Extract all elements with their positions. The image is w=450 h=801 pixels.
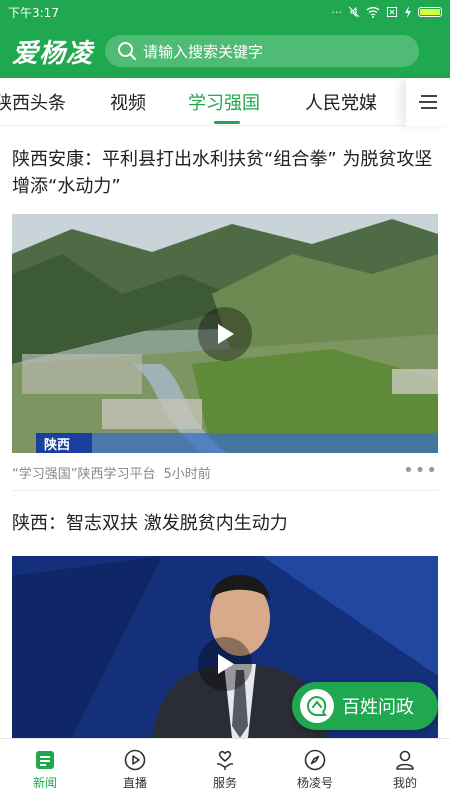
- nav-label: 我的: [392, 776, 417, 790]
- article-source: “学习强国”陕西学习平台: [12, 466, 156, 482]
- article-time: 5小时前: [163, 466, 211, 482]
- video-thumbnail[interactable]: 陕西: [12, 214, 438, 453]
- video-caption: 陕西: [44, 438, 71, 453]
- battery-icon: [418, 7, 442, 17]
- more-options-icon[interactable]: •••: [403, 460, 438, 481]
- live-play-icon: [124, 749, 146, 771]
- play-button[interactable]: [198, 306, 252, 361]
- nav-profile[interactable]: 我的: [360, 739, 450, 801]
- status-icons: ···: [331, 5, 442, 19]
- search-input[interactable]: 请输入搜索关键字: [105, 35, 420, 67]
- play-button[interactable]: [198, 637, 252, 691]
- article-meta: “学习强国”陕西学习平台 5小时前 •••: [12, 460, 438, 482]
- category-tabs: 陕西头条 视频 学习强国 人民党媒: [0, 78, 450, 126]
- nav-news[interactable]: 新闻: [0, 739, 90, 801]
- bottom-nav: 新闻 直播 服务 杨凌号 我的: [0, 738, 450, 801]
- sim-off-icon: [387, 7, 397, 17]
- article-title[interactable]: 陕西：智志双扶 激发脱贫内生动力: [12, 510, 438, 537]
- tab-shaanxi-headlines[interactable]: 陕西头条: [0, 78, 66, 126]
- service-heart-icon: [216, 750, 234, 770]
- nav-label: 杨凌号: [296, 776, 333, 790]
- chat-bubble-icon: [300, 689, 334, 723]
- nav-label: 服务: [212, 776, 237, 790]
- app-header: 爱杨凌 请输入搜索关键字: [0, 24, 450, 78]
- search-placeholder: 请输入搜索关键字: [143, 42, 264, 61]
- tab-xuexi-qiangguo[interactable]: 学习强国: [188, 78, 260, 126]
- play-icon: [218, 654, 234, 674]
- article-card[interactable]: 陕西：智志双扶 激发脱贫内生动力: [12, 510, 438, 537]
- news-feed: 陕西安康：平利县打出水利扶贫“组合拳” 为脱贫攻坚增添“水动力” 陕西 “学习强…: [0, 126, 450, 738]
- fab-label: 百姓问政: [342, 697, 414, 718]
- channel-menu-button[interactable]: [406, 78, 450, 126]
- play-icon: [218, 323, 234, 344]
- status-time: 下午3:17: [8, 5, 59, 20]
- nav-label: 新闻: [32, 776, 57, 790]
- nav-service[interactable]: 服务: [180, 739, 270, 801]
- active-tab-indicator: [214, 121, 240, 124]
- tab-label: 学习强国: [188, 93, 260, 114]
- wifi-icon: [366, 7, 380, 18]
- profile-icon: [396, 750, 414, 770]
- public-inquiry-button[interactable]: 百姓问政: [292, 682, 438, 730]
- divider: [12, 490, 438, 491]
- mute-icon: [348, 6, 360, 18]
- tab-peoples-party-media[interactable]: 人民党媒: [305, 78, 377, 126]
- tab-video[interactable]: 视频: [110, 78, 146, 126]
- compass-icon: [304, 749, 326, 771]
- search-icon: [118, 42, 137, 60]
- nav-label: 直播: [122, 776, 147, 790]
- menu-icon: [419, 95, 437, 109]
- news-icon: [36, 751, 54, 769]
- app-logo: 爱杨凌: [12, 38, 94, 69]
- nav-live[interactable]: 直播: [90, 739, 180, 801]
- status-bar: 下午3:17 ···: [0, 0, 450, 24]
- charging-icon: [405, 6, 411, 18]
- status-dots: ···: [331, 5, 343, 19]
- article-title[interactable]: 陕西安康：平利县打出水利扶贫“组合拳” 为脱贫攻坚增添“水动力”: [12, 146, 438, 200]
- article-card[interactable]: 陕西安康：平利县打出水利扶贫“组合拳” 为脱贫攻坚增添“水动力”: [12, 146, 438, 200]
- nav-yangling-account[interactable]: 杨凌号: [270, 739, 360, 801]
